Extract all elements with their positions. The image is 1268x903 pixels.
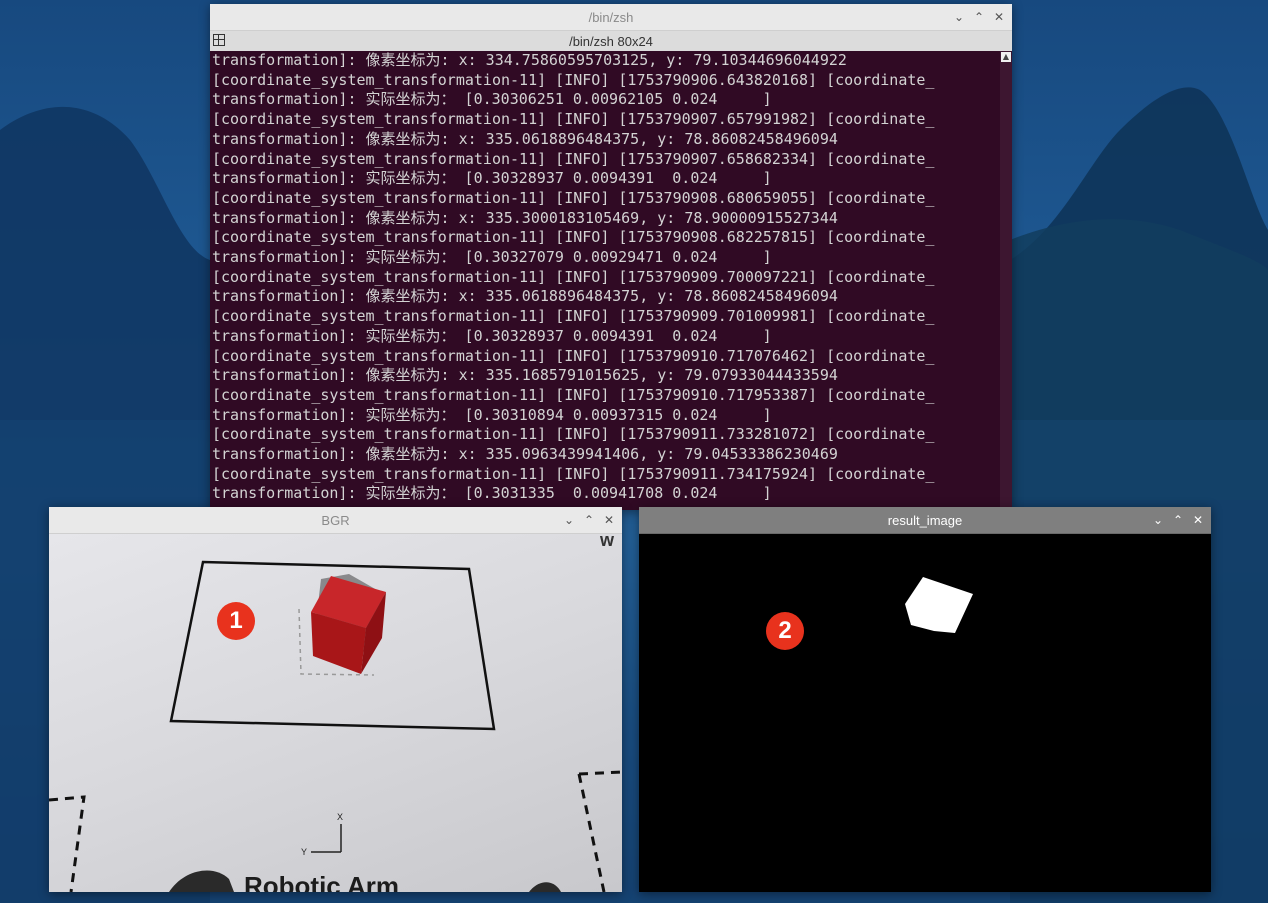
terminal-tabbar: /bin/zsh 80x24 <box>210 31 1012 51</box>
minimize-icon[interactable]: ⌄ <box>1151 513 1165 527</box>
minimize-icon[interactable]: ⌄ <box>562 513 576 527</box>
terminal-line: [coordinate_system_transformation-11] [I… <box>212 464 935 483</box>
bgr-window-controls: ⌄ ⌃ ✕ <box>562 507 616 533</box>
close-icon[interactable]: ✕ <box>992 10 1006 24</box>
mask-scene <box>905 577 973 633</box>
result-image-window[interactable]: result_image ⌄ ⌃ ✕ 2 <box>639 507 1211 892</box>
terminal-line: transformation]: 像素坐标为: x: 335.168579101… <box>212 366 838 385</box>
terminal-line: [coordinate_system_transformation-11] [I… <box>212 228 935 247</box>
bgr-titlebar[interactable]: BGR ⌄ ⌃ ✕ <box>49 507 622 534</box>
terminal-titlebar[interactable]: /bin/zsh ⌄ ⌃ ✕ <box>210 4 1012 31</box>
axis-y-label: Y <box>301 847 308 857</box>
minimize-icon[interactable]: ⌄ <box>952 10 966 24</box>
terminal-window[interactable]: /bin/zsh ⌄ ⌃ ✕ /bin/zsh 80x24 transforma… <box>210 4 1012 510</box>
maximize-icon[interactable]: ⌃ <box>582 513 596 527</box>
terminal-lines: transformation]: 像素坐标为: x: 334.758605957… <box>210 51 1012 504</box>
terminal-scrollbar[interactable]: ▲ <box>1000 51 1012 510</box>
terminal-line: transformation]: 实际坐标为： [0.30306251 0.00… <box>212 90 772 109</box>
camera-scene <box>49 560 622 892</box>
terminal-line: transformation]: 实际坐标为： [0.30310894 0.00… <box>212 405 772 424</box>
terminal-title: /bin/zsh <box>588 9 634 25</box>
result-image-title: result_image <box>887 512 963 528</box>
terminal-line: transformation]: 像素坐标为: x: 335.096343994… <box>212 445 838 464</box>
bgr-camera-view: 1 w X Y Robotic Arm <box>49 534 622 892</box>
scroll-up-arrow-icon[interactable]: ▲ <box>1001 52 1011 62</box>
terminal-line: transformation]: 像素坐标为: x: 335.061889648… <box>212 129 838 148</box>
terminal-line: [coordinate_system_transformation-11] [I… <box>212 267 935 286</box>
close-icon[interactable]: ✕ <box>1191 513 1205 527</box>
terminal-line: transformation]: 实际坐标为： [0.30328937 0.00… <box>212 169 772 188</box>
terminal-line: [coordinate_system_transformation-11] [I… <box>212 385 935 404</box>
terminal-line: transformation]: 实际坐标为： [0.3031335 0.009… <box>212 484 772 503</box>
step-badge-2: 2 <box>766 612 804 650</box>
result-image-view: 2 <box>639 534 1211 892</box>
maximize-icon[interactable]: ⌃ <box>972 10 986 24</box>
terminal-line: transformation]: 像素坐标为: x: 334.758605957… <box>212 51 847 69</box>
terminal-line: [coordinate_system_transformation-11] [I… <box>212 70 935 89</box>
terminal-line: [coordinate_system_transformation-11] [I… <box>212 149 935 168</box>
result-window-controls: ⌄ ⌃ ✕ <box>1151 507 1205 533</box>
close-icon[interactable]: ✕ <box>602 513 616 527</box>
step-badge-1: 1 <box>217 602 255 640</box>
terminal-line: transformation]: 像素坐标为: x: 335.061889648… <box>212 287 838 306</box>
terminal-line: transformation]: 实际坐标为： [0.30327079 0.00… <box>212 248 772 267</box>
result-image-titlebar[interactable]: result_image ⌄ ⌃ ✕ <box>639 507 1211 534</box>
terminal-window-controls: ⌄ ⌃ ✕ <box>952 4 1006 30</box>
terminal-line: [coordinate_system_transformation-11] [I… <box>212 346 935 365</box>
terminal-line: [coordinate_system_transformation-11] [I… <box>212 110 935 129</box>
terminal-line: [coordinate_system_transformation-11] [I… <box>212 188 935 207</box>
paper-corner-text: w <box>600 534 615 550</box>
terminal-output[interactable]: transformation]: 像素坐标为: x: 334.758605957… <box>210 51 1012 510</box>
terminal-tab-label[interactable]: /bin/zsh 80x24 <box>569 34 653 49</box>
maximize-icon[interactable]: ⌃ <box>1171 513 1185 527</box>
terminal-line: transformation]: 实际坐标为： [0.30328937 0.00… <box>212 326 772 345</box>
cube-mask <box>905 577 973 633</box>
bgr-title: BGR <box>321 512 350 528</box>
terminal-line: transformation]: 像素坐标为: x: 335.300018310… <box>212 208 838 227</box>
terminal-line: [coordinate_system_transformation-11] [I… <box>212 425 935 444</box>
bgr-window[interactable]: BGR ⌄ ⌃ ✕ 1 w X Y Robotic Arm <box>49 507 622 892</box>
axis-x-label: X <box>337 812 344 822</box>
terminal-line: [coordinate_system_transformation-11] [I… <box>212 307 935 326</box>
new-tab-icon[interactable] <box>213 34 225 46</box>
paper-robotic-arm-text: Robotic Arm <box>244 871 400 892</box>
